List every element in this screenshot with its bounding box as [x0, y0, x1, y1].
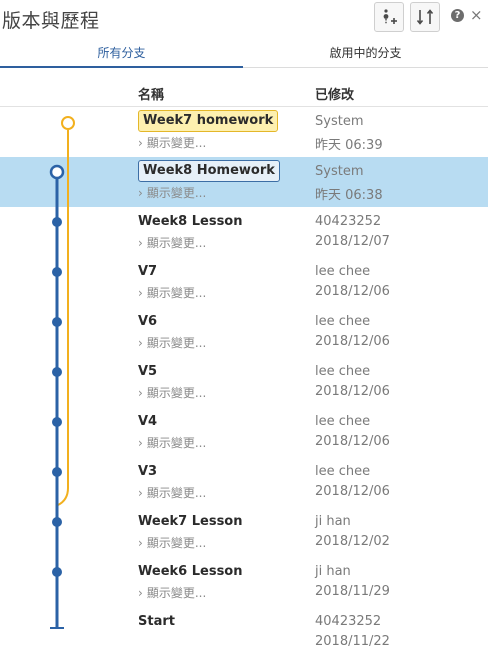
- show-changes-link[interactable]: › 顯示變更...: [138, 434, 206, 451]
- version-date: 2018/12/06: [315, 384, 390, 399]
- panel-title: 版本與歷程: [2, 10, 100, 32]
- show-changes-label: 顯示變更...: [146, 186, 207, 200]
- version-date: 2018/11/22: [315, 634, 390, 649]
- show-changes-link[interactable]: › 顯示變更...: [138, 284, 206, 301]
- version-author: 40423252: [315, 214, 382, 229]
- version-date: 昨天 06:38: [315, 188, 383, 203]
- version-name: Week7 Lesson: [138, 514, 243, 529]
- chevron-right-icon: ›: [138, 486, 143, 500]
- version-date: 2018/12/06: [315, 484, 390, 499]
- version-date: 2018/12/06: [315, 284, 390, 299]
- show-changes-label: 顯示變更...: [146, 286, 207, 300]
- version-row[interactable]: V7 › 顯示變更... lee chee 2018/12/06: [0, 257, 488, 307]
- version-author: System: [315, 164, 364, 179]
- chevron-right-icon: ›: [138, 336, 143, 350]
- version-name[interactable]: Week7 homework: [138, 110, 279, 132]
- column-header-name[interactable]: 名稱: [138, 84, 164, 103]
- version-author: lee chee: [315, 364, 371, 379]
- version-name: V7: [138, 264, 158, 279]
- version-row[interactable]: Week6 Lesson › 顯示變更... ji han 2018/11/29: [0, 557, 488, 607]
- version-row[interactable]: Start 40423252 2018/11/22: [0, 607, 488, 657]
- chevron-right-icon: ›: [138, 136, 143, 150]
- tab-active-branches[interactable]: 啟用中的分支: [243, 36, 488, 68]
- version-author: lee chee: [315, 264, 371, 279]
- version-name: V6: [138, 314, 158, 329]
- show-changes-link[interactable]: › 顯示變更...: [138, 484, 206, 501]
- show-changes-label: 顯示變更...: [146, 586, 207, 600]
- show-changes-label: 顯示變更...: [146, 336, 207, 350]
- version-row[interactable]: V4 › 顯示變更... lee chee 2018/12/06: [0, 407, 488, 457]
- close-icon[interactable]: ×: [470, 6, 483, 24]
- version-date: 2018/12/02: [315, 534, 390, 549]
- chevron-right-icon: ›: [138, 286, 143, 300]
- version-date: 2018/12/06: [315, 334, 390, 349]
- version-date: 2018/12/06: [315, 434, 390, 449]
- branch-add-icon: [379, 7, 399, 27]
- version-name: Start: [138, 614, 175, 629]
- version-author: lee chee: [315, 314, 371, 329]
- version-author: lee chee: [315, 464, 371, 479]
- tab-all-branches[interactable]: 所有分支: [0, 36, 243, 68]
- show-changes-link[interactable]: › 顯示變更...: [138, 184, 206, 201]
- chevron-right-icon: ›: [138, 236, 143, 250]
- version-date: 2018/11/29: [315, 584, 390, 599]
- chevron-right-icon: ›: [138, 536, 143, 550]
- show-changes-link[interactable]: › 顯示變更...: [138, 584, 206, 601]
- show-changes-link[interactable]: › 顯示變更...: [138, 134, 206, 151]
- version-date: 2018/12/07: [315, 234, 390, 249]
- version-name: V4: [138, 414, 158, 429]
- panel-header: 版本與歷程 ? ×: [0, 0, 488, 36]
- version-name[interactable]: Week8 Homework: [138, 160, 280, 182]
- version-date: 昨天 06:39: [315, 138, 383, 153]
- column-header-modified[interactable]: 已修改: [315, 84, 354, 103]
- compare-icon: [415, 7, 435, 27]
- show-changes-link[interactable]: › 顯示變更...: [138, 384, 206, 401]
- version-row-selected[interactable]: Week8 Homework › 顯示變更... System 昨天 06:38: [0, 157, 488, 207]
- chevron-right-icon: ›: [138, 386, 143, 400]
- show-changes-link[interactable]: › 顯示變更...: [138, 234, 206, 251]
- version-row[interactable]: V5 › 顯示變更... lee chee 2018/12/06: [0, 357, 488, 407]
- chevron-right-icon: ›: [138, 586, 143, 600]
- show-changes-label: 顯示變更...: [146, 386, 207, 400]
- version-name: V5: [138, 364, 158, 379]
- branch-tabs: 所有分支 啟用中的分支: [0, 36, 488, 68]
- chevron-right-icon: ›: [138, 436, 143, 450]
- version-row[interactable]: Week8 Lesson › 顯示變更... 40423252 2018/12/0…: [0, 207, 488, 257]
- version-author: lee chee: [315, 414, 371, 429]
- version-author: 40423252: [315, 614, 382, 629]
- chevron-right-icon: ›: [138, 186, 143, 200]
- help-icon[interactable]: ?: [451, 9, 464, 22]
- show-changes-label: 顯示變更...: [146, 536, 207, 550]
- show-changes-label: 顯示變更...: [146, 486, 207, 500]
- version-row[interactable]: Week7 Lesson › 顯示變更... ji han 2018/12/02: [0, 507, 488, 557]
- show-changes-link[interactable]: › 顯示變更...: [138, 534, 206, 551]
- version-row[interactable]: V3 › 顯示變更... lee chee 2018/12/06: [0, 457, 488, 507]
- create-branch-button[interactable]: [374, 2, 404, 32]
- version-author: ji han: [315, 514, 351, 529]
- show-changes-label: 顯示變更...: [146, 436, 207, 450]
- version-row[interactable]: V6 › 顯示變更... lee chee 2018/12/06: [0, 307, 488, 357]
- version-author: System: [315, 114, 364, 129]
- version-name: V3: [138, 464, 158, 479]
- show-changes-label: 顯示變更...: [146, 136, 207, 150]
- show-changes-label: 顯示變更...: [146, 236, 207, 250]
- show-changes-link[interactable]: › 顯示變更...: [138, 334, 206, 351]
- version-author: ji han: [315, 564, 351, 579]
- version-name: Week8 Lesson: [138, 214, 243, 229]
- compare-button[interactable]: [410, 2, 440, 32]
- version-row[interactable]: Week7 homework › 顯示變更... System 昨天 06:39: [0, 107, 488, 157]
- version-name: Week6 Lesson: [138, 564, 243, 579]
